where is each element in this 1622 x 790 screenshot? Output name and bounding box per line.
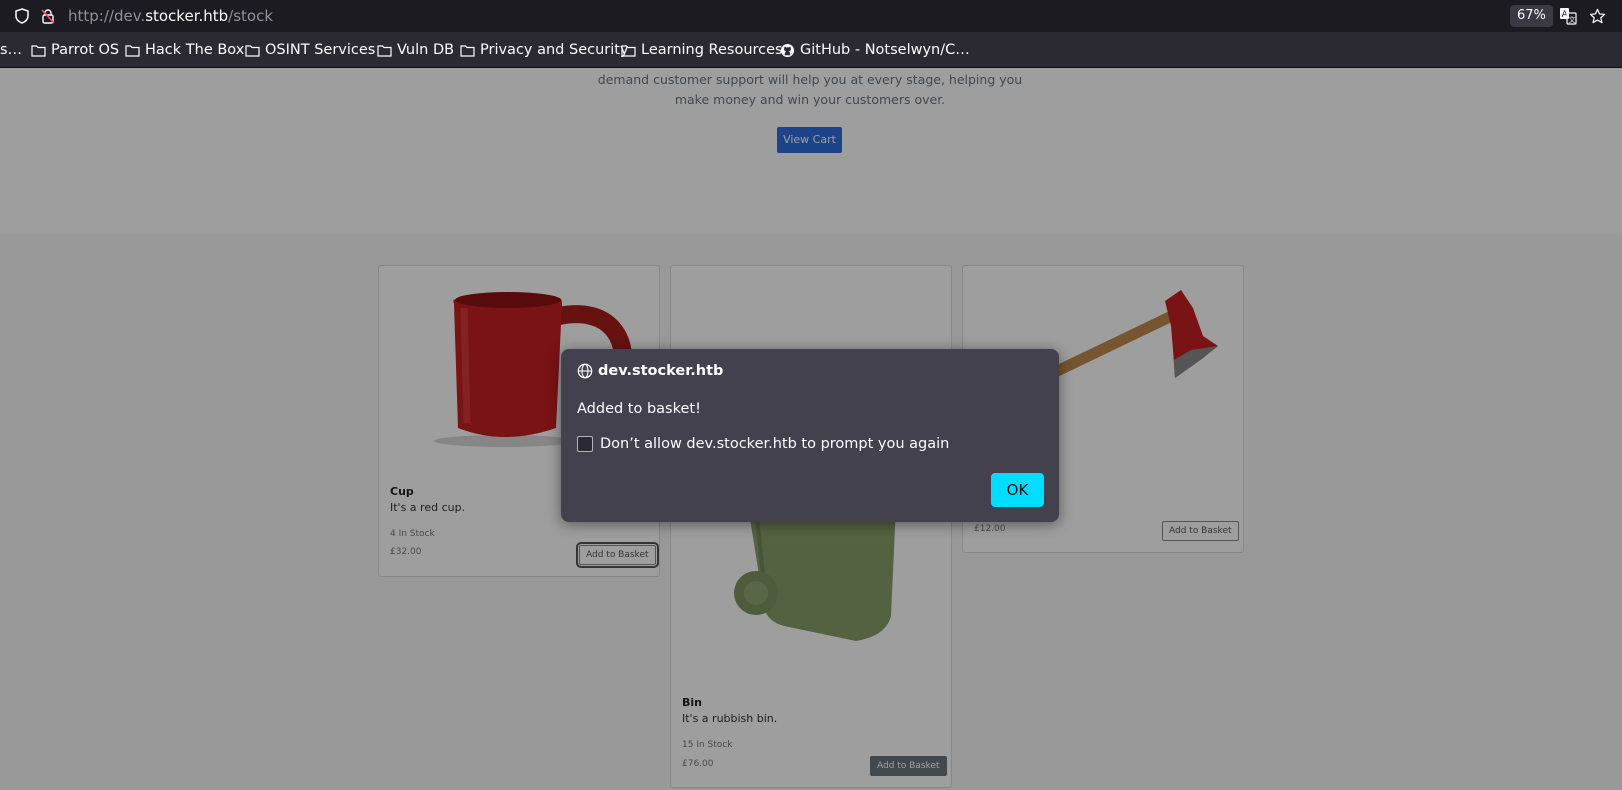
insecure-lock-icon[interactable] bbox=[39, 7, 57, 25]
dialog-origin-text: dev.stocker.htb bbox=[598, 363, 724, 379]
checkbox-box[interactable] bbox=[577, 436, 593, 452]
bookmark-label: s… bbox=[0, 42, 23, 58]
bookmark-privacy-and-security[interactable]: Privacy and Security bbox=[460, 42, 629, 58]
address-field[interactable]: http://dev.stocker.htb/stock bbox=[68, 7, 273, 25]
shield-icon[interactable] bbox=[13, 7, 31, 25]
bookmark-osint-services[interactable]: OSINT Services bbox=[245, 42, 375, 58]
bookmark-overflow[interactable]: s… bbox=[0, 42, 22, 58]
translate-icon[interactable]: A文 bbox=[1559, 7, 1577, 25]
checkbox-label: Don’t allow dev.stocker.htb to prompt yo… bbox=[600, 436, 950, 452]
url-host: stocker.htb bbox=[145, 7, 229, 25]
url-path: /stock bbox=[228, 7, 274, 25]
globe-icon bbox=[577, 363, 593, 379]
bookmark-label: GitHub - Notselwyn/C… bbox=[800, 42, 970, 58]
bookmark-hack-the-box[interactable]: Hack The Box bbox=[125, 42, 244, 58]
bookmark-star-icon[interactable] bbox=[1588, 7, 1606, 25]
folder-icon bbox=[621, 44, 636, 57]
bookmark-label: Learning Resources bbox=[641, 42, 783, 58]
svg-text:文: 文 bbox=[1569, 15, 1576, 24]
bookmark-label: Vuln DB bbox=[397, 42, 455, 58]
alert-dialog: dev.stocker.htb Added to basket! Don’t a… bbox=[561, 349, 1059, 522]
folder-icon bbox=[245, 44, 260, 57]
dont-allow-prompt-checkbox[interactable]: Don’t allow dev.stocker.htb to prompt yo… bbox=[577, 436, 949, 452]
folder-icon bbox=[377, 44, 392, 57]
zoom-level-button[interactable]: 67% bbox=[1510, 5, 1553, 27]
dialog-message: Added to basket! bbox=[577, 401, 701, 417]
url-prefix: http://dev. bbox=[68, 7, 146, 25]
bookmark-label: OSINT Services bbox=[265, 42, 376, 58]
bookmark-learning-resources[interactable]: Learning Resources bbox=[621, 42, 783, 58]
github-icon bbox=[780, 43, 795, 57]
bookmark-label: Privacy and Security bbox=[480, 42, 629, 58]
folder-icon bbox=[125, 44, 140, 57]
bookmark-label: Parrot OS bbox=[51, 42, 120, 58]
bookmark-parrot-os[interactable]: Parrot OS bbox=[31, 42, 119, 58]
folder-icon bbox=[31, 44, 46, 57]
bookmark-label: Hack The Box bbox=[145, 42, 245, 58]
dialog-origin: dev.stocker.htb bbox=[577, 363, 723, 379]
bookmark-github[interactable]: GitHub - Notselwyn/C… bbox=[780, 42, 970, 58]
ok-button[interactable]: OK bbox=[991, 473, 1044, 507]
bookmarks-toolbar: s… Parrot OS Hack The Box OSINT Services… bbox=[0, 36, 1622, 68]
bookmark-vuln-db[interactable]: Vuln DB bbox=[377, 42, 454, 58]
url-bar: http://dev.stocker.htb/stock 67% A文 bbox=[0, 0, 1622, 32]
folder-icon bbox=[460, 44, 475, 57]
